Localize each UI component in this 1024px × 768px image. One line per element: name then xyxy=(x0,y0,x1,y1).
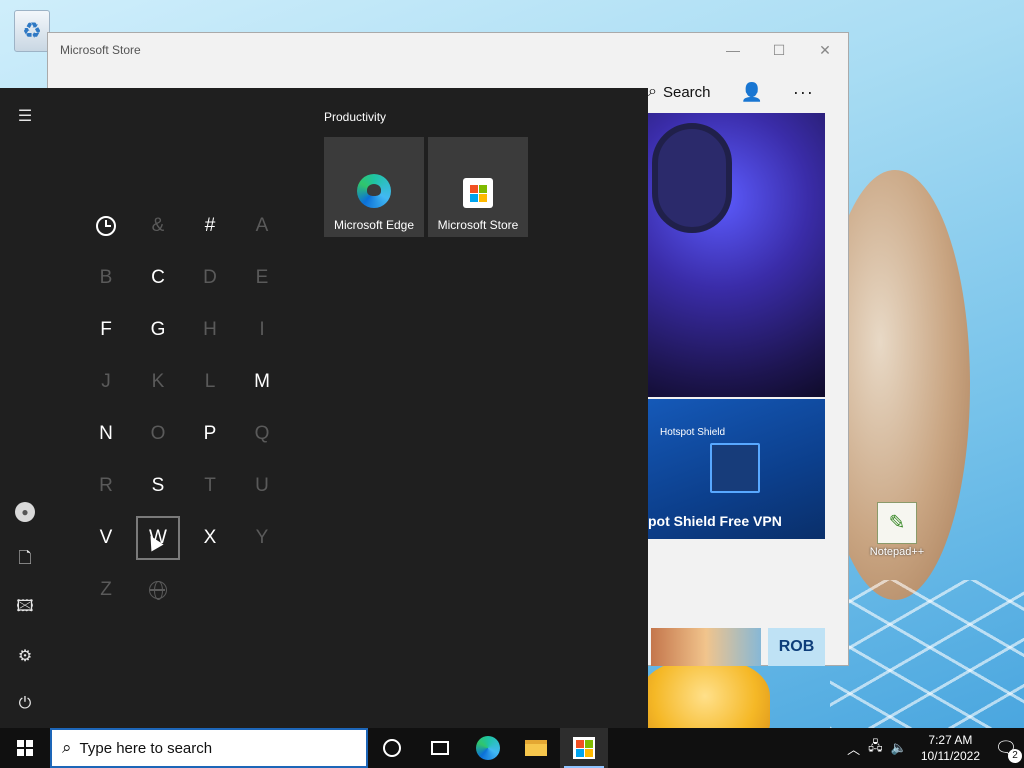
minimize-button[interactable]: — xyxy=(710,33,756,67)
volume-icon[interactable]: 🔈 xyxy=(891,740,907,756)
jump-letter-i: I xyxy=(259,319,265,340)
task-view-icon xyxy=(431,741,449,755)
jump-letter-hash[interactable]: # xyxy=(184,200,236,252)
taskbar-search-box[interactable]: ⌕ Type here to search xyxy=(50,728,368,768)
taskbar-clock[interactable]: 7:27 AM 10/11/2022 xyxy=(921,732,980,764)
jump-letter-v[interactable]: V xyxy=(80,512,132,564)
alphabet-jump-list: & # A B C D E F G H I J K L M N O P Q R S T U V W X Y Z xyxy=(80,200,290,616)
jump-letter-q: Q xyxy=(254,423,270,444)
jump-letter-b: B xyxy=(99,267,113,288)
jump-letter-ampersand: & xyxy=(151,215,165,236)
jump-letter-s[interactable]: S xyxy=(132,460,184,512)
network-icon[interactable]: 🖧 xyxy=(868,737,883,759)
jump-letter-g[interactable]: G xyxy=(132,304,184,356)
jump-letter-t: T xyxy=(204,475,216,496)
recycle-bin-icon: ♻ xyxy=(14,10,50,52)
start-rail: ☰ ● 🗋 🖾 ⚙ ⏻ xyxy=(0,88,50,728)
store-tile-rob[interactable]: ROB xyxy=(768,628,825,666)
power-icon[interactable]: ⏻ xyxy=(0,684,50,724)
start-button[interactable] xyxy=(0,728,50,768)
close-button[interactable]: ✕ xyxy=(802,33,848,67)
notepad-plus-plus-icon: ✎ xyxy=(877,502,917,544)
file-explorer-icon xyxy=(525,740,547,756)
headphones-image xyxy=(652,123,732,233)
jump-letter-j: J xyxy=(101,371,111,392)
tile-label: Microsoft Edge xyxy=(333,218,415,232)
tile-group-title: Productivity xyxy=(324,110,387,124)
chevron-up-icon[interactable]: ︿ xyxy=(847,739,860,758)
search-icon: ⌕ xyxy=(648,83,657,100)
jump-other-button xyxy=(132,564,184,616)
task-view-button[interactable] xyxy=(416,728,464,768)
clock-time: 7:27 AM xyxy=(928,733,973,747)
jump-letter-n[interactable]: N xyxy=(80,408,132,460)
notepad-plus-plus-desktop-icon[interactable]: ✎ Notepad++ xyxy=(862,502,932,570)
search-icon: ⌕ xyxy=(62,738,72,757)
tile-microsoft-store[interactable]: Microsoft Store xyxy=(428,137,528,237)
tile-group: Microsoft Edge Microsoft Store xyxy=(324,137,528,237)
maximize-button[interactable]: ☐ xyxy=(756,33,802,67)
clock-icon xyxy=(96,216,116,236)
tile-label: Microsoft Store xyxy=(437,218,519,232)
action-center-button[interactable]: 🗨 2 xyxy=(988,738,1024,763)
notification-count-badge: 2 xyxy=(1008,748,1022,763)
store-icon xyxy=(573,737,595,759)
taskbar-search-placeholder: Type here to search xyxy=(79,739,213,757)
jump-letter-x[interactable]: X xyxy=(184,512,236,564)
wallpaper-net xyxy=(830,580,1024,728)
jump-letter-k: K xyxy=(151,371,165,392)
taskbar-file-explorer-button[interactable] xyxy=(512,728,560,768)
account-icon[interactable]: 👤 xyxy=(741,82,763,103)
store-titlebar: Microsoft Store — ☐ ✕ xyxy=(48,33,848,67)
jump-letter-o: O xyxy=(150,423,166,444)
jump-letter-a: A xyxy=(255,215,269,236)
taskbar: ⌕ Type here to search ︿ 🖧 🔈 7:27 AM 10/1… xyxy=(0,728,1024,768)
store-icon xyxy=(463,178,493,208)
store-tile-game[interactable] xyxy=(651,628,761,666)
cortana-icon xyxy=(383,739,401,757)
jump-letter-d: D xyxy=(203,267,217,288)
store-search-button[interactable]: ⌕ Search xyxy=(648,83,711,101)
jump-letter-l: L xyxy=(204,371,216,392)
jump-letter-y: Y xyxy=(255,527,269,548)
jump-letter-z: Z xyxy=(100,579,112,600)
wallpaper-gold-shape xyxy=(640,660,770,728)
edge-icon xyxy=(476,736,500,760)
taskbar-edge-button[interactable] xyxy=(464,728,512,768)
jump-letter-h: H xyxy=(203,319,217,340)
tile-microsoft-edge[interactable]: Microsoft Edge xyxy=(324,137,424,237)
featured-app-screenshot xyxy=(710,443,760,493)
more-options-icon[interactable]: ··· xyxy=(793,82,814,103)
jump-letter-m[interactable]: M xyxy=(236,356,288,408)
settings-icon[interactable]: ⚙ xyxy=(0,636,50,676)
jump-letter-f[interactable]: F xyxy=(80,304,132,356)
store-search-label: Search xyxy=(662,83,711,101)
edge-icon xyxy=(357,174,391,208)
jump-letter-r: R xyxy=(99,475,113,496)
taskbar-store-button[interactable] xyxy=(560,728,608,768)
windows-logo-icon xyxy=(17,740,33,756)
notepad-plus-plus-label: Notepad++ xyxy=(869,546,925,558)
jump-recent-button[interactable] xyxy=(80,200,132,252)
cortana-button[interactable] xyxy=(368,728,416,768)
hamburger-icon[interactable]: ☰ xyxy=(0,96,50,136)
user-icon[interactable]: ● xyxy=(0,492,50,532)
featured-app-brand: Hotspot Shield xyxy=(660,427,726,438)
pictures-icon[interactable]: 🖾 xyxy=(0,588,50,628)
document-icon[interactable]: 🗋 xyxy=(0,540,50,580)
clock-date: 10/11/2022 xyxy=(920,749,980,763)
featured-app-card[interactable]: Hotspot Shield pot Shield Free VPN xyxy=(648,399,825,539)
start-menu: ☰ ● 🗋 🖾 ⚙ ⏻ & # A B C D E F G H I J K L M N O P Q R S T U V W X Y Z… xyxy=(0,88,648,728)
jump-letter-u: U xyxy=(255,475,269,496)
globe-icon xyxy=(149,581,167,600)
system-tray: ︿ 🖧 🔈 xyxy=(847,737,907,759)
jump-letter-e: E xyxy=(255,267,269,288)
jump-letter-p[interactable]: P xyxy=(184,408,236,460)
store-hero-banner[interactable] xyxy=(648,113,825,397)
featured-app-title: pot Shield Free VPN xyxy=(648,513,782,529)
store-window-title: Microsoft Store xyxy=(60,43,141,57)
store-nav: ⌕ Search 👤 ··· xyxy=(648,77,814,107)
jump-letter-c[interactable]: C xyxy=(132,252,184,304)
